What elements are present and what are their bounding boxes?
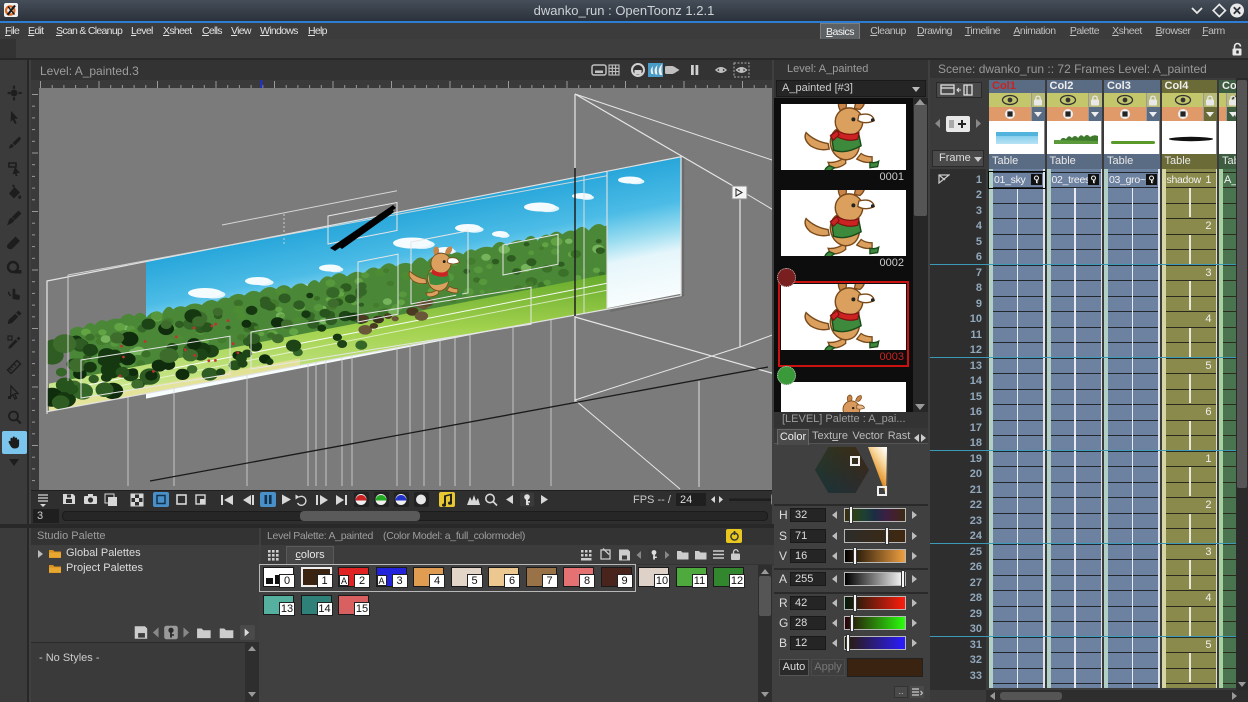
svg-text:FPS -- /: FPS -- / xyxy=(633,494,672,506)
svg-text:24: 24 xyxy=(680,494,692,506)
